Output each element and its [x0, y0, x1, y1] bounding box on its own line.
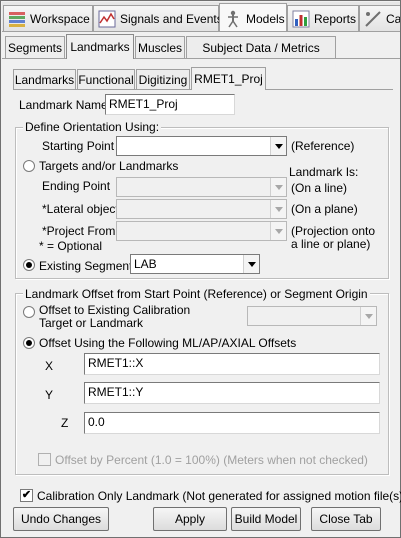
- tab-calibration-label: Cal: [386, 12, 400, 26]
- chevron-down-icon: [270, 222, 286, 240]
- existing-segment-radio[interactable]: [23, 259, 35, 271]
- tab-signals-label: Signals and Events: [120, 12, 223, 26]
- undo-changes-button[interactable]: Undo Changes: [13, 507, 109, 531]
- project-note-2: a line or plane): [291, 237, 371, 251]
- tab-signals-and-events[interactable]: Signals and Events: [93, 5, 223, 31]
- y-label: Y: [45, 388, 54, 402]
- ending-point-dropdown[interactable]: [116, 177, 287, 197]
- main-tab-strip: Workspace Signals and Events Models Repo…: [2, 2, 400, 32]
- project-from-label: *Project From: [42, 224, 116, 238]
- ending-note: (On a line): [291, 181, 348, 195]
- ending-point-label: Ending Point: [42, 179, 111, 193]
- tab-rmet1-proj[interactable]: RMET1_Proj: [191, 67, 266, 90]
- tab-models[interactable]: Models: [219, 3, 287, 31]
- landmark-name-label: Landmark Name:: [19, 98, 112, 112]
- offset-percent-label: Offset by Percent (1.0 = 100%) (Meters w…: [55, 453, 368, 467]
- build-model-button[interactable]: Build Model: [231, 507, 301, 531]
- tab-reports[interactable]: Reports: [287, 5, 359, 31]
- lateral-object-dropdown[interactable]: [116, 199, 287, 219]
- z-label: Z: [61, 416, 69, 430]
- offset-calibration-label-1: Offset to Existing Calibration: [39, 303, 191, 317]
- offset-calibration-dropdown[interactable]: [247, 306, 377, 326]
- offset-following-label: Offset Using the Following ML/AP/AXIAL O…: [39, 336, 297, 350]
- tab-workspace-label: Workspace: [30, 12, 90, 26]
- calibration-only-checkbox[interactable]: ✔: [20, 489, 33, 502]
- orientation-group-title: Define Orientation Using:: [23, 120, 162, 134]
- z-offset-input[interactable]: 0.0: [84, 412, 380, 434]
- tab-landmarks[interactable]: Landmarks: [66, 34, 134, 59]
- tab-landmarks-list[interactable]: Landmarks: [13, 69, 76, 89]
- offset-calibration-radio[interactable]: [23, 306, 35, 318]
- offset-following-radio[interactable]: [23, 337, 35, 349]
- project-from-dropdown[interactable]: [116, 221, 287, 241]
- chevron-down-icon: [270, 200, 286, 218]
- tab-workspace[interactable]: Workspace: [3, 5, 93, 31]
- starting-point-label: Starting Point: [42, 139, 115, 153]
- offset-calibration-label-2: Target or Landmark: [39, 316, 144, 330]
- reference-note: (Reference): [291, 139, 355, 153]
- chevron-down-icon: [270, 178, 286, 196]
- existing-segment-value: LAB: [134, 257, 157, 271]
- x-offset-input[interactable]: RMET1::X: [84, 353, 380, 375]
- calibration-icon: [364, 10, 382, 28]
- x-label: X: [45, 359, 54, 373]
- tab-models-label: Models: [246, 11, 285, 26]
- landmark-name-input[interactable]: RMET1_Proj: [105, 94, 235, 115]
- window: Workspace Signals and Events Models Repo…: [0, 0, 401, 538]
- existing-segment-dropdown[interactable]: LAB: [130, 254, 260, 274]
- tab-calibration[interactable]: Cal: [359, 5, 400, 31]
- models-icon: [224, 10, 242, 28]
- y-offset-input[interactable]: RMET1::Y: [84, 382, 380, 404]
- subtab-divider: [2, 58, 400, 59]
- targets-landmarks-radio[interactable]: [23, 160, 35, 172]
- offset-group-title: Landmark Offset from Start Point (Refere…: [23, 287, 370, 301]
- tab-segments[interactable]: Segments: [5, 36, 65, 58]
- optional-note: * = Optional: [39, 239, 103, 253]
- tab-muscles[interactable]: Muscles: [135, 36, 185, 58]
- close-tab-button[interactable]: Close Tab: [311, 507, 381, 531]
- tab-reports-label: Reports: [314, 12, 357, 26]
- workspace-icon: [8, 10, 26, 28]
- landmark-is-label: Landmark Is:: [289, 165, 359, 179]
- chevron-down-icon: [360, 307, 376, 325]
- lateral-note: (On a plane): [291, 202, 358, 216]
- apply-button[interactable]: Apply: [153, 507, 227, 531]
- chevron-down-icon: [270, 137, 286, 155]
- tab-digitizing[interactable]: Digitizing: [136, 69, 190, 89]
- signals-icon: [98, 10, 116, 28]
- lateral-object-label: *Lateral object: [42, 202, 119, 216]
- tab-subject-data-metrics[interactable]: Subject Data / Metrics: [186, 36, 336, 58]
- chevron-down-icon: [243, 255, 259, 273]
- reports-icon: [292, 10, 310, 28]
- existing-segment-label: Existing Segment: [39, 259, 133, 273]
- tab-functional[interactable]: Functional: [77, 69, 135, 89]
- offset-percent-checkbox[interactable]: [38, 453, 51, 466]
- project-note-1: (Projection onto: [291, 224, 376, 238]
- starting-point-dropdown[interactable]: [116, 136, 287, 156]
- calibration-only-label: Calibration Only Landmark (Not generated…: [37, 489, 401, 503]
- targets-landmarks-label: Targets and/or Landmarks: [39, 159, 179, 173]
